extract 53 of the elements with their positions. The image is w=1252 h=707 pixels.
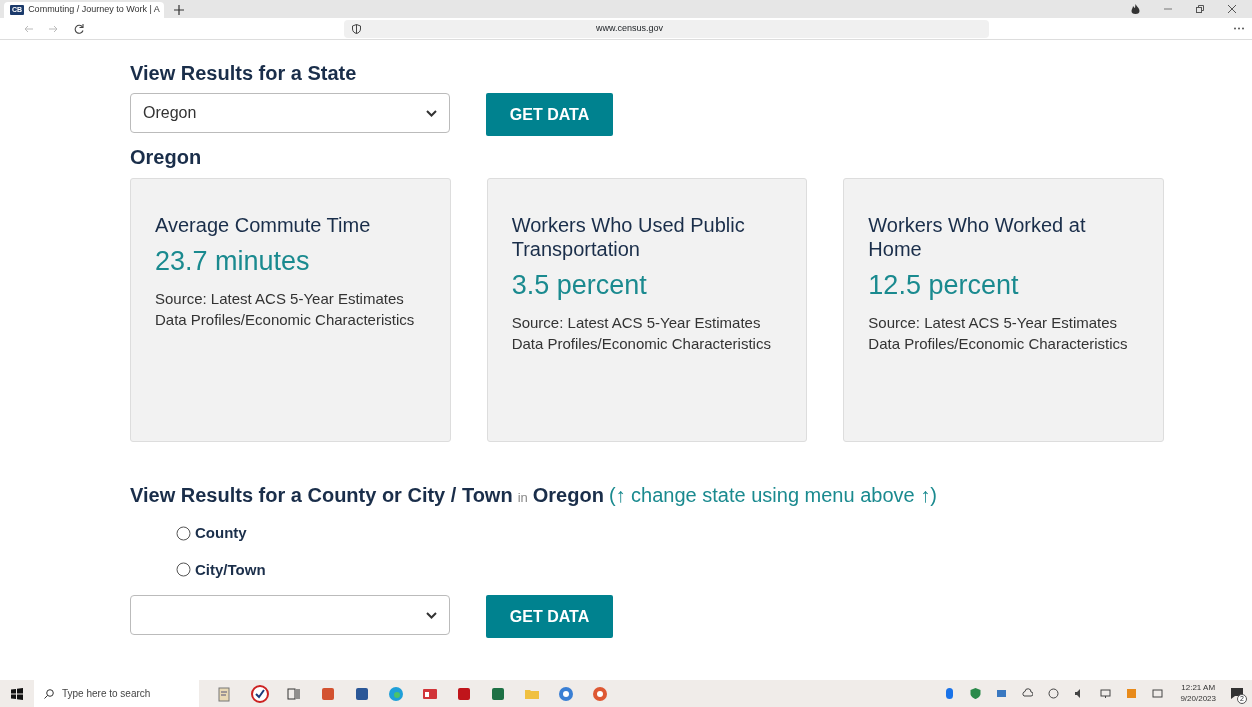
taskbar-search-field[interactable]: Type here to search — [34, 680, 199, 707]
clock[interactable]: 12:21 AM 9/20/2023 — [1180, 683, 1216, 704]
card-title: Workers Who Worked at Home — [868, 213, 1087, 261]
address-bar[interactable]: www.census.gov — [344, 19, 989, 38]
stat-value: 3.5 percent — [511, 269, 648, 302]
section-heading: View Results for a State — [130, 61, 358, 85]
stat-value: 23.7 minutes — [155, 245, 311, 278]
card-title: Workers Who Used Public Transportation — [511, 213, 746, 261]
new-tab-icon[interactable] — [174, 5, 184, 15]
restore-icon[interactable] — [1196, 5, 1204, 13]
source-text: Source: Latest ACS 5-Year Estimates Data Profiles/Economic Characteristics — [868, 312, 1129, 354]
url-text: www.census.gov — [596, 21, 664, 35]
keyboard-icon[interactable] — [1151, 688, 1163, 699]
card-title: Average Commute Time — [155, 213, 372, 237]
globe-app-icon[interactable] — [387, 684, 405, 703]
get-data-button[interactable]: GET DATA — [486, 93, 613, 136]
search-icon — [44, 688, 54, 699]
dropdown-field[interactable]: Oregon — [130, 93, 450, 133]
shield-icon[interactable] — [352, 23, 361, 34]
state-heading: Oregon — [130, 145, 203, 169]
hint-link[interactable]: (↑ change state using menu above ↑) — [608, 480, 937, 510]
windows-start-icon[interactable] — [11, 687, 23, 700]
duck-app-icon[interactable] — [591, 684, 609, 703]
radio-button[interactable] — [176, 562, 191, 578]
network-icon[interactable] — [1099, 688, 1111, 699]
connector-text: in — [517, 489, 528, 507]
close-icon[interactable] — [1228, 5, 1236, 13]
source-text: Source: Latest ACS 5-Year Estimates Data Profiles/Economic Characteristics — [155, 288, 416, 330]
chevron-down-icon — [426, 109, 437, 117]
cloud-icon[interactable] — [1021, 688, 1033, 699]
date-text: 9/20/2023 — [1180, 693, 1216, 704]
bluetooth-icon[interactable] — [943, 688, 955, 699]
flame-icon[interactable] — [1131, 4, 1140, 14]
chat-app-icon[interactable] — [557, 684, 575, 703]
more-icon[interactable] — [1234, 27, 1244, 30]
section-heading: View Results for a County or City / Town — [130, 483, 513, 508]
time-text: 12:21 AM — [1180, 683, 1216, 694]
radio-option[interactable]: County — [176, 522, 1164, 545]
source-text: Source: Latest ACS 5-Year Estimates Data Profiles/Economic Characteristics — [511, 312, 772, 354]
shield-icon[interactable] — [969, 688, 981, 699]
get-data-button[interactable]: GET DATA — [486, 595, 613, 638]
chevron-down-icon — [426, 611, 437, 619]
radio-button[interactable] — [176, 525, 191, 541]
monitor-icon[interactable] — [995, 688, 1007, 699]
state-name: Oregon — [532, 483, 604, 508]
stat-value: 12.5 percent — [868, 269, 1020, 302]
dropdown-field[interactable] — [130, 595, 450, 635]
tab-title: Commuting / Journey to Work | A — [28, 3, 160, 17]
globe-icon[interactable] — [1047, 688, 1059, 699]
reload-icon[interactable] — [74, 23, 84, 34]
notification-icon[interactable] — [1230, 686, 1244, 701]
checkmark-badge-icon[interactable] — [251, 684, 269, 703]
radio-option[interactable]: City/Town — [176, 558, 1164, 581]
